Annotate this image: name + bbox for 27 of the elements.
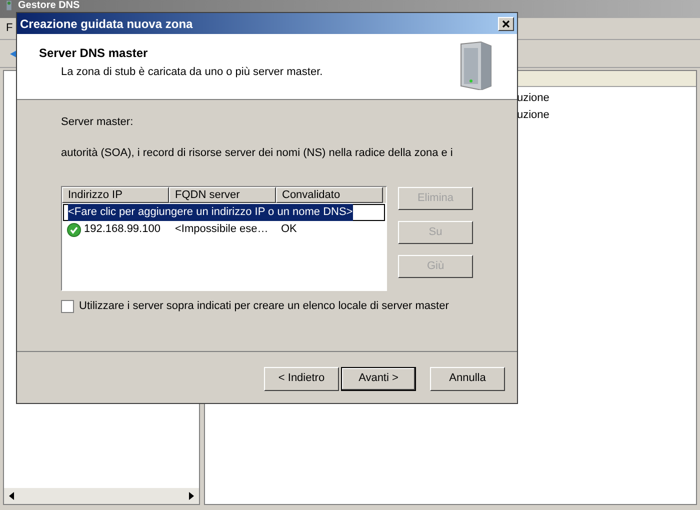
check-circle-icon — [67, 222, 81, 236]
column-header[interactable]: Convalidato — [276, 187, 383, 203]
window-title: Gestore DNS — [18, 0, 80, 11]
horizontal-scrollbar[interactable] — [4, 488, 199, 504]
wizard-button[interactable]: Avanti > — [341, 366, 416, 390]
fqdn-value: <Impossibile ese… — [174, 222, 270, 238]
close-button[interactable] — [498, 16, 514, 30]
wizard-button[interactable]: Annulla — [430, 366, 505, 390]
validation-status: OK — [280, 222, 297, 238]
server-icon — [4, 0, 14, 11]
column-header[interactable]: Indirizzo IP — [62, 187, 169, 203]
description-text: autorità (SOA), i record di risorse server dei nomi (NS) nella radice della zona e i — [61, 146, 454, 160]
list-item[interactable]: uzione — [517, 107, 696, 124]
checkbox-label: Utilizzare i server sopra indicati per creare un elenco locale di server master — [79, 299, 449, 314]
wizard-button[interactable]: < Indietro — [264, 366, 339, 390]
add-server-row[interactable]: <Fare clic per aggiungere un indirizzo IP o un nome DNS> — [68, 204, 353, 221]
header-subtitle: La zona di stub è caricata da uno o più server master. — [60, 65, 323, 80]
column-header[interactable]: FQDN server — [169, 187, 276, 203]
list-item[interactable]: uzione — [517, 90, 696, 107]
close-icon[interactable] — [502, 20, 510, 28]
server-row[interactable]: 192.168.99.100 <Impossibile ese… OK — [62, 221, 386, 238]
header-title: Server DNS master — [39, 45, 149, 62]
dialog-title: Creazione guidata nuova zona — [20, 16, 193, 32]
ip-address: 192.168.99.100 — [84, 222, 160, 238]
menu-item[interactable]: F — [6, 20, 13, 37]
checkbox[interactable] — [61, 300, 74, 313]
field-label: Server master: — [61, 115, 134, 130]
